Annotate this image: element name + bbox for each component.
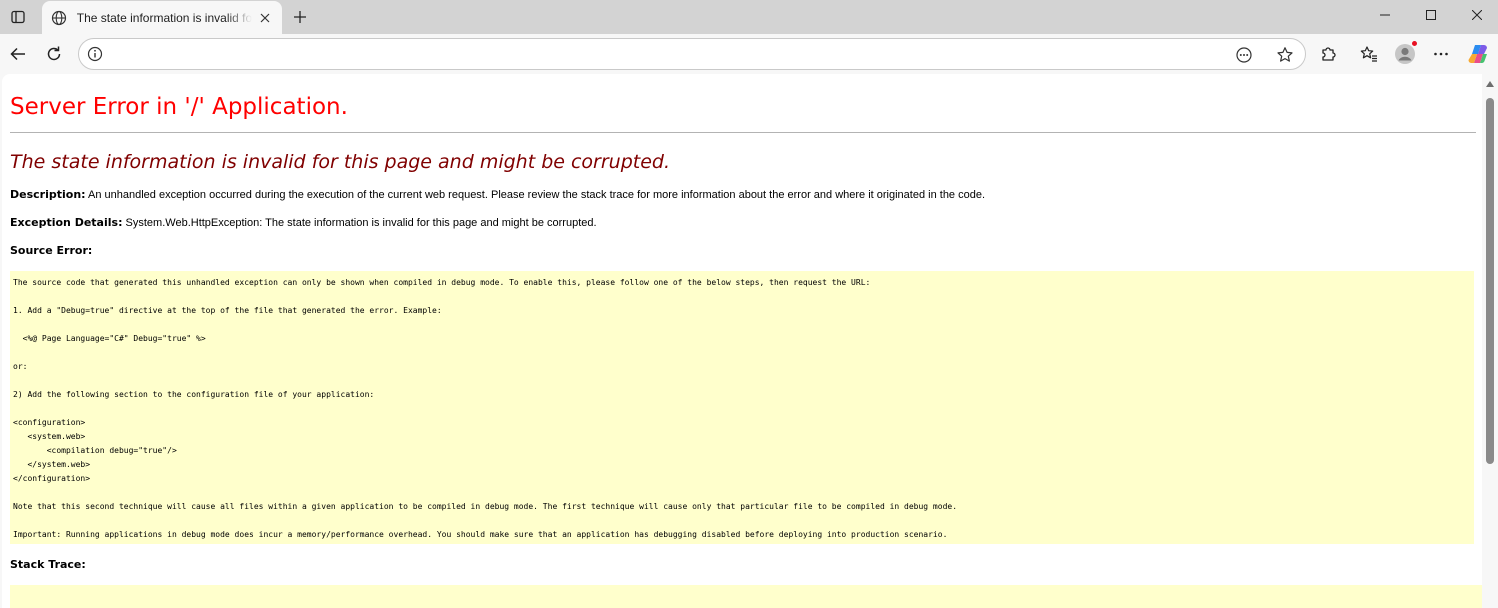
- page-viewport: Server Error in '/' Application. The sta…: [0, 74, 1498, 608]
- tab-actions-icon[interactable]: [7, 6, 29, 28]
- more-icon[interactable]: [1427, 40, 1455, 68]
- source-error-line: [13, 318, 1471, 332]
- source-error-line: <configuration>: [13, 418, 86, 427]
- description: Description: An unhandled exception occu…: [10, 187, 1474, 203]
- reader-icon[interactable]: [1232, 43, 1256, 67]
- source-error-line: <%@ Page Language="C#" Debug="true" %>: [13, 334, 206, 343]
- source-error-line: Important: Running applications in debug…: [13, 530, 948, 539]
- source-error-line: or:: [13, 362, 28, 371]
- close-icon[interactable]: [256, 9, 274, 27]
- star-icon[interactable]: [1273, 43, 1297, 67]
- scroll-up-icon[interactable]: [1486, 81, 1494, 87]
- title-divider: [10, 132, 1476, 133]
- info-icon[interactable]: [85, 44, 105, 64]
- vertical-scrollbar[interactable]: [1482, 74, 1498, 608]
- source-error-line: [13, 346, 1471, 360]
- description-label: Description:: [10, 188, 86, 201]
- exception-label: Exception Details:: [10, 216, 123, 229]
- source-error-line: [13, 290, 1471, 304]
- source-error-line: The source code that generated this unha…: [13, 278, 871, 287]
- page-title: Server Error in '/' Application.: [10, 94, 348, 120]
- reload-icon[interactable]: [40, 40, 68, 68]
- browser-toolbar: [0, 34, 1498, 74]
- source-error-line: <system.web>: [13, 432, 86, 441]
- source-error-line: [13, 514, 1471, 528]
- source-error-line: <compilation debug="true"/>: [13, 446, 177, 455]
- source-error-line: Note that this second technique will cau…: [13, 502, 958, 511]
- source-error-line: [13, 486, 1471, 500]
- exception-text: System.Web.HttpException: The state info…: [122, 217, 597, 229]
- active-tab[interactable]: The state information is invalid for thi…: [42, 1, 282, 34]
- source-error-box: The source code that generated this unha…: [10, 271, 1474, 544]
- minimize-icon[interactable]: [1362, 0, 1408, 30]
- address-bar[interactable]: [78, 38, 1306, 70]
- avatar[interactable]: [1391, 40, 1419, 68]
- source-error-line: 1. Add a "Debug=true" directive at the t…: [13, 306, 442, 315]
- source-error-line: [13, 402, 1471, 416]
- copilot-icon[interactable]: [1465, 40, 1493, 68]
- stack-trace-box: [10, 585, 1482, 608]
- source-error-line: [13, 374, 1471, 388]
- exception-details: Exception Details: System.Web.HttpExcept…: [10, 215, 1474, 231]
- plus-icon[interactable]: [288, 5, 312, 29]
- page-content: Server Error in '/' Application. The sta…: [2, 74, 1482, 608]
- stack-trace-heading: Stack Trace:: [10, 558, 86, 571]
- tab-strip: The state information is invalid for thi…: [0, 0, 1498, 34]
- url-input[interactable]: [113, 43, 1223, 65]
- maximize-icon[interactable]: [1408, 0, 1454, 30]
- source-error-line: </system.web>: [13, 460, 91, 469]
- favorites-icon[interactable]: [1355, 40, 1383, 68]
- globe-icon: [50, 9, 68, 27]
- description-text: An unhandled exception occurred during t…: [85, 189, 986, 201]
- error-message: The state information is invalid for thi…: [10, 151, 671, 173]
- source-error-heading: Source Error:: [10, 244, 93, 257]
- puzzle-icon[interactable]: [1314, 40, 1342, 68]
- scroll-thumb[interactable]: [1486, 98, 1494, 464]
- back-arrow-icon[interactable]: [4, 40, 32, 68]
- source-error-line: </configuration>: [13, 474, 91, 483]
- notification-dot: [1411, 40, 1418, 47]
- window-close-icon[interactable]: [1454, 0, 1498, 30]
- tab-title: The state information is invalid for thi…: [76, 10, 253, 25]
- source-error-line: 2) Add the following section to the conf…: [13, 390, 375, 399]
